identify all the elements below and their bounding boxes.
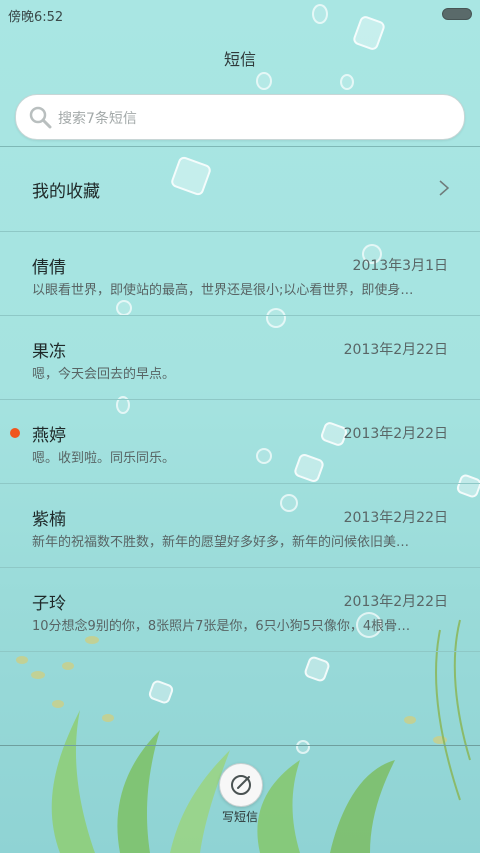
- message-preview: 10分想念9别的你，8张照片7张是你，6只小狗5只像你，4根骨…: [32, 619, 411, 634]
- compose-icon: [231, 775, 251, 795]
- conversation-row[interactable]: 倩倩 2013年3月1日 以眼看世界，即使站的最高，世界还是很小;以心看世界，即…: [0, 231, 480, 316]
- conversation-row[interactable]: 子玲 2013年2月22日 10分想念9别的你，8张照片7张是你，6只小狗5只像…: [0, 567, 480, 652]
- message-preview: 嗯，今天会回去的早点。: [32, 367, 176, 382]
- favorites-label: 我的收藏: [32, 182, 100, 202]
- contact-name: 紫楠: [32, 510, 66, 530]
- contact-name: 燕婷: [32, 426, 66, 446]
- contact-name: 果冻: [32, 342, 66, 362]
- chevron-right-icon: [439, 180, 450, 196]
- bubble-decoration: [340, 74, 354, 90]
- bubble-decoration: [256, 72, 272, 90]
- search-icon: [29, 106, 52, 129]
- compose-button[interactable]: [219, 763, 263, 807]
- search-placeholder: 搜索7条短信: [58, 111, 137, 127]
- message-date: 2013年3月1日: [352, 258, 448, 274]
- conversation-row[interactable]: 紫楠 2013年2月22日 新年的祝福数不胜数，新年的愿望好多好多，新年的问候依…: [0, 483, 480, 568]
- message-date: 2013年2月22日: [343, 426, 448, 442]
- status-bar: 傍晚6:52: [0, 0, 480, 28]
- conversation-row[interactable]: 果冻 2013年2月22日 嗯，今天会回去的早点。: [0, 315, 480, 400]
- message-date: 2013年2月22日: [343, 594, 448, 610]
- page-title: 短信: [223, 50, 256, 69]
- battery-icon: [442, 8, 472, 20]
- conversation-row[interactable]: 燕婷 2013年2月22日 嗯。收到啦。同乐同乐。: [0, 399, 480, 484]
- message-date: 2013年2月22日: [343, 342, 448, 358]
- bubble-decoration: [312, 4, 328, 24]
- message-date: 2013年2月22日: [343, 510, 448, 526]
- contact-name: 倩倩: [32, 258, 66, 278]
- bottom-bar-divider: [0, 745, 480, 746]
- search-input[interactable]: 搜索7条短信: [15, 94, 465, 140]
- compose-label: 写短信: [221, 810, 258, 824]
- message-preview: 以眼看世界，即使站的最高，世界还是很小;以心看世界，即使身…: [32, 283, 414, 298]
- status-time: 傍晚6:52: [8, 10, 64, 25]
- contact-name: 子玲: [32, 594, 66, 614]
- message-preview: 嗯。收到啦。同乐同乐。: [32, 451, 176, 466]
- unread-indicator: [10, 428, 20, 438]
- message-preview: 新年的祝福数不胜数，新年的愿望好多好多，新年的问候依旧美…: [32, 535, 410, 550]
- favorites-row[interactable]: 我的收藏: [0, 147, 480, 232]
